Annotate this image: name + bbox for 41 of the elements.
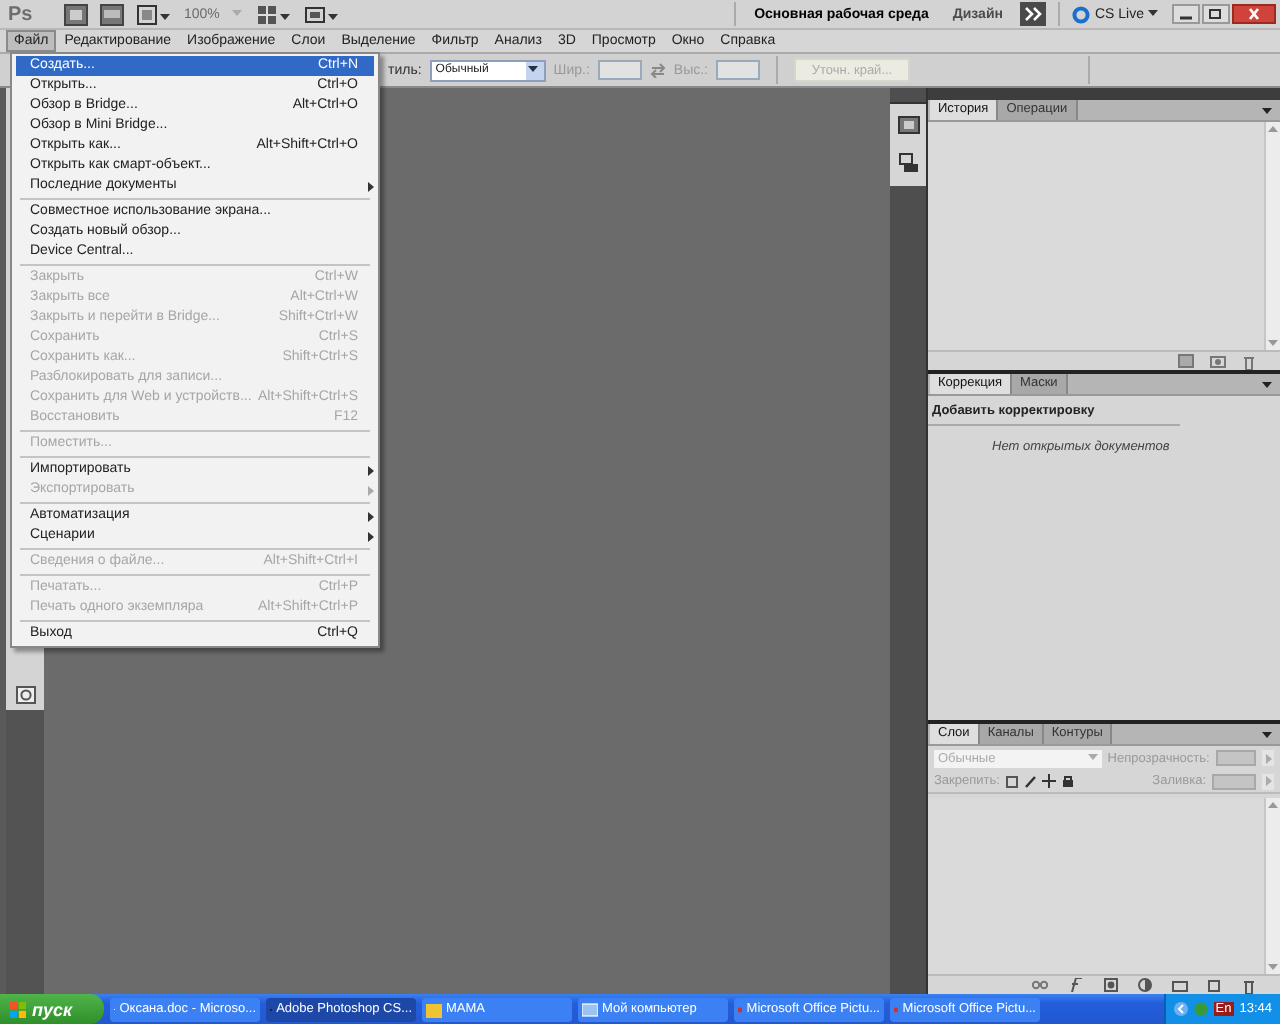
screen-mode-dropdown-icon[interactable] xyxy=(303,3,340,25)
quick-mask-icon[interactable] xyxy=(15,686,35,704)
cs-live-icon xyxy=(1072,5,1091,23)
chevron-left-icon[interactable] xyxy=(1173,1002,1188,1016)
close-icon[interactable] xyxy=(1232,4,1276,24)
lock-transparency-icon[interactable] xyxy=(1005,775,1018,787)
panel-menu-icon[interactable] xyxy=(1260,379,1274,389)
frame-dropdown-icon[interactable] xyxy=(136,3,172,25)
fill-field[interactable] xyxy=(1212,773,1256,789)
brush-icon[interactable] xyxy=(1023,775,1036,787)
move-icon[interactable] xyxy=(1041,774,1056,788)
panel-menu-icon[interactable] xyxy=(1260,729,1274,739)
restore-icon[interactable] xyxy=(1202,4,1230,24)
folder-icon[interactable] xyxy=(1172,979,1188,991)
trash-icon[interactable] xyxy=(1242,977,1256,993)
history-panel-icon[interactable] xyxy=(897,114,919,136)
panel-menu-icon[interactable] xyxy=(1260,105,1274,115)
lock-icon[interactable] xyxy=(1061,774,1074,788)
arrow-right-icon xyxy=(1265,753,1272,763)
grid-dropdown-icon[interactable] xyxy=(255,3,292,25)
actions-panel-icon[interactable] xyxy=(897,152,919,174)
new-layer-icon[interactable] xyxy=(1208,978,1222,992)
trash-icon[interactable] xyxy=(1242,353,1256,369)
mini-bridge-icon[interactable] xyxy=(100,3,124,25)
caret-icon xyxy=(1087,754,1100,762)
mask-icon[interactable] xyxy=(1104,978,1118,992)
caret-icon xyxy=(528,66,541,74)
width-field[interactable] xyxy=(597,60,642,80)
link-icon[interactable] xyxy=(1032,980,1048,990)
bridge-icon[interactable] xyxy=(64,3,88,25)
height-field[interactable] xyxy=(716,60,760,80)
camera-icon[interactable] xyxy=(1210,354,1226,368)
app-logo: Ps xyxy=(8,3,35,25)
windows-logo-icon xyxy=(10,1001,26,1017)
opacity-field[interactable] xyxy=(1215,750,1257,766)
fx-icon[interactable] xyxy=(1068,978,1084,992)
chevrons-icon[interactable] xyxy=(1020,2,1047,26)
half-circle-icon[interactable] xyxy=(1138,978,1152,992)
arrow-right-icon xyxy=(1265,776,1271,786)
minimize-icon[interactable] xyxy=(1172,4,1200,24)
caret-icon[interactable] xyxy=(1148,10,1160,18)
